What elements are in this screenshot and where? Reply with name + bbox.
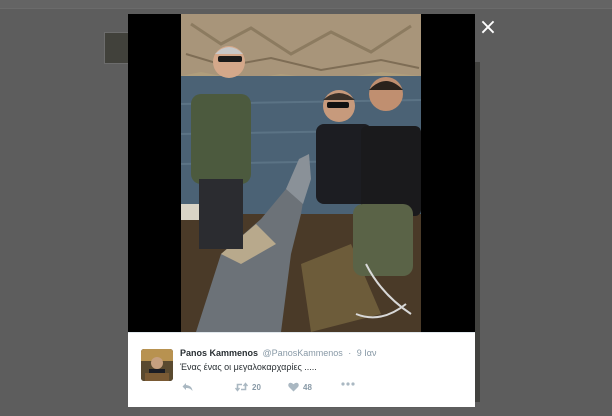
user-name[interactable]: Panos Kammenos xyxy=(180,348,258,358)
photo-illustration xyxy=(181,14,421,332)
reply-button[interactable] xyxy=(182,382,193,392)
separator-dot: · xyxy=(348,348,352,358)
tweet-actions: 20 48 xyxy=(180,382,460,396)
tweet-details-panel: Panos Kammenos @PanosKammenos · 9 Ιαν Έν… xyxy=(128,332,475,407)
more-dots-icon xyxy=(341,382,355,386)
media-modal: Panos Kammenos @PanosKammenos · 9 Ιαν Έν… xyxy=(128,14,475,407)
more-button[interactable] xyxy=(341,382,355,386)
retweet-icon xyxy=(235,382,248,392)
avatar-image xyxy=(141,349,173,381)
like-button[interactable]: 48 xyxy=(288,382,312,392)
tweet-text: Ένας ένας οι μεγαλοκαρχαρίες ..... xyxy=(180,362,317,372)
heart-icon xyxy=(288,382,299,392)
tweet-photo[interactable] xyxy=(181,14,421,332)
tweet-header: Panos Kammenos @PanosKammenos · 9 Ιαν xyxy=(180,348,376,358)
reply-icon xyxy=(182,383,193,391)
retweet-count: 20 xyxy=(252,382,261,392)
avatar[interactable] xyxy=(141,349,173,381)
retweet-button[interactable]: 20 xyxy=(235,382,261,392)
like-count: 48 xyxy=(303,382,312,392)
tweet-timestamp[interactable]: 9 Ιαν xyxy=(357,348,377,358)
close-icon[interactable]: × xyxy=(478,17,498,39)
user-handle[interactable]: @PanosKammenos xyxy=(263,348,343,358)
